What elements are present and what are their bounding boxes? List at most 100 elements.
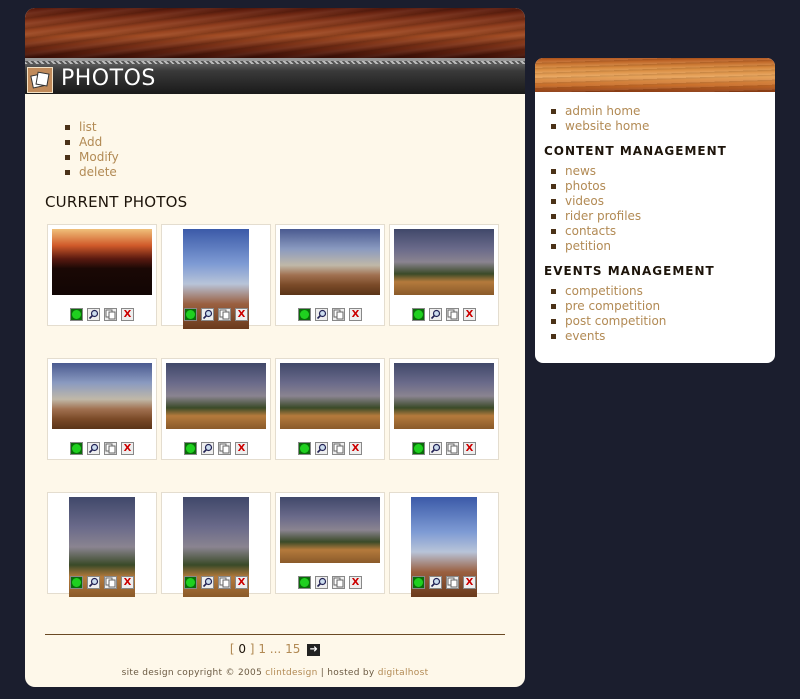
menu-item-delete[interactable]: delete bbox=[65, 165, 119, 180]
view-icon[interactable] bbox=[412, 308, 425, 321]
copy-icon[interactable] bbox=[332, 442, 345, 455]
view-icon[interactable] bbox=[184, 442, 197, 455]
view-icon[interactable] bbox=[70, 308, 83, 321]
side-link-post-competition[interactable]: post competition bbox=[551, 314, 666, 329]
photo-thumbnail[interactable] bbox=[52, 363, 152, 429]
pager-bracket: [ bbox=[229, 642, 235, 656]
photo-thumbnail[interactable] bbox=[280, 229, 380, 295]
title-bar: PHOTOS bbox=[25, 58, 525, 94]
delete-icon[interactable]: X bbox=[463, 308, 476, 321]
menu-item-list[interactable]: list bbox=[65, 120, 119, 135]
copy-icon[interactable] bbox=[104, 308, 117, 321]
delete-icon[interactable]: X bbox=[349, 576, 362, 589]
delete-icon[interactable]: X bbox=[349, 308, 362, 321]
zoom-icon[interactable] bbox=[87, 442, 100, 455]
zoom-icon[interactable] bbox=[201, 442, 214, 455]
zoom-icon[interactable] bbox=[429, 442, 442, 455]
side-link-events[interactable]: events bbox=[551, 329, 666, 344]
copy-icon[interactable] bbox=[104, 442, 117, 455]
view-icon[interactable] bbox=[412, 576, 425, 589]
pager-last[interactable]: 15 bbox=[285, 642, 300, 656]
side-link-website-home[interactable]: website home bbox=[551, 119, 649, 134]
side-link-rider-profiles[interactable]: rider profiles bbox=[551, 209, 641, 224]
photo-cell: X bbox=[275, 224, 385, 326]
designer-link[interactable]: clintdesign bbox=[265, 668, 317, 678]
photo-actions: X bbox=[276, 442, 384, 455]
pager-first[interactable]: 1 bbox=[258, 642, 266, 656]
delete-icon[interactable]: X bbox=[235, 308, 248, 321]
zoom-icon[interactable] bbox=[87, 576, 100, 589]
zoom-icon[interactable] bbox=[315, 442, 328, 455]
footer-separator: | hosted by bbox=[317, 668, 378, 678]
photo-thumbnail[interactable] bbox=[52, 229, 152, 295]
side-panel: admin home website home CONTENT MANAGEMEN… bbox=[535, 58, 775, 363]
side-link-photos[interactable]: photos bbox=[551, 179, 641, 194]
view-icon[interactable] bbox=[412, 442, 425, 455]
delete-icon[interactable]: X bbox=[121, 308, 134, 321]
zoom-icon[interactable] bbox=[429, 308, 442, 321]
side-top-links: admin home website home bbox=[551, 104, 649, 134]
photos-icon bbox=[27, 67, 53, 93]
photo-cell: X bbox=[275, 492, 385, 594]
zoom-icon[interactable] bbox=[201, 576, 214, 589]
photo-actions: X bbox=[390, 308, 498, 321]
delete-icon[interactable]: X bbox=[235, 442, 248, 455]
pager-bracket: ] bbox=[249, 642, 255, 656]
copy-icon[interactable] bbox=[446, 576, 459, 589]
delete-icon[interactable]: X bbox=[463, 442, 476, 455]
zoom-icon[interactable] bbox=[87, 308, 100, 321]
delete-icon[interactable]: X bbox=[121, 442, 134, 455]
copy-icon[interactable] bbox=[104, 576, 117, 589]
menu-item-add[interactable]: Add bbox=[65, 135, 119, 150]
copy-icon[interactable] bbox=[446, 442, 459, 455]
view-icon[interactable] bbox=[184, 308, 197, 321]
side-link-contacts[interactable]: contacts bbox=[551, 224, 641, 239]
photo-thumbnail[interactable] bbox=[394, 229, 494, 295]
zoom-icon[interactable] bbox=[201, 308, 214, 321]
photo-thumbnail[interactable] bbox=[280, 497, 380, 563]
host-link[interactable]: digitalhost bbox=[378, 668, 429, 678]
zoom-icon[interactable] bbox=[315, 308, 328, 321]
view-icon[interactable] bbox=[298, 442, 311, 455]
side-link-videos[interactable]: videos bbox=[551, 194, 641, 209]
side-link-admin-home[interactable]: admin home bbox=[551, 104, 649, 119]
side-link-competitions[interactable]: competitions bbox=[551, 284, 666, 299]
photo-thumbnail[interactable] bbox=[166, 363, 266, 429]
photo-thumbnail[interactable] bbox=[394, 363, 494, 429]
view-icon[interactable] bbox=[70, 442, 83, 455]
photo-cell: X bbox=[275, 358, 385, 460]
delete-icon[interactable]: X bbox=[463, 576, 476, 589]
copy-icon[interactable] bbox=[218, 308, 231, 321]
delete-icon[interactable]: X bbox=[349, 442, 362, 455]
wood-banner bbox=[25, 8, 525, 58]
zoom-icon[interactable] bbox=[315, 576, 328, 589]
view-icon[interactable] bbox=[298, 576, 311, 589]
zoom-icon[interactable] bbox=[429, 576, 442, 589]
copy-icon[interactable] bbox=[218, 576, 231, 589]
side-wood-banner bbox=[535, 58, 775, 92]
copy-icon[interactable] bbox=[332, 576, 345, 589]
view-icon[interactable] bbox=[70, 576, 83, 589]
menu-item-modify[interactable]: Modify bbox=[65, 150, 119, 165]
view-icon[interactable] bbox=[298, 308, 311, 321]
copy-icon[interactable] bbox=[218, 442, 231, 455]
content-management-links: news photos videos rider profiles contacts pe… bbox=[551, 164, 641, 254]
photo-thumbnail[interactable] bbox=[280, 363, 380, 429]
side-link-news[interactable]: news bbox=[551, 164, 641, 179]
view-icon[interactable] bbox=[184, 576, 197, 589]
delete-icon[interactable]: X bbox=[235, 576, 248, 589]
photo-actions: X bbox=[162, 308, 270, 321]
copy-icon[interactable] bbox=[446, 308, 459, 321]
page-title: PHOTOS bbox=[61, 66, 156, 91]
footer: site design copyright © 2005 clintdesign… bbox=[25, 668, 525, 678]
copy-icon[interactable] bbox=[332, 308, 345, 321]
side-link-pre-competition[interactable]: pre competition bbox=[551, 299, 666, 314]
main-panel: PHOTOS list Add Modify delete CURRENT PHOTO… bbox=[25, 8, 525, 687]
photo-actions: X bbox=[162, 576, 270, 589]
photo-cell: X bbox=[161, 358, 271, 460]
photo-sub-menu: list Add Modify delete bbox=[65, 120, 119, 180]
pager-current[interactable]: 0 bbox=[238, 642, 246, 656]
side-link-petition[interactable]: petition bbox=[551, 239, 641, 254]
next-arrow-icon[interactable]: ➜ bbox=[307, 644, 321, 656]
delete-icon[interactable]: X bbox=[121, 576, 134, 589]
